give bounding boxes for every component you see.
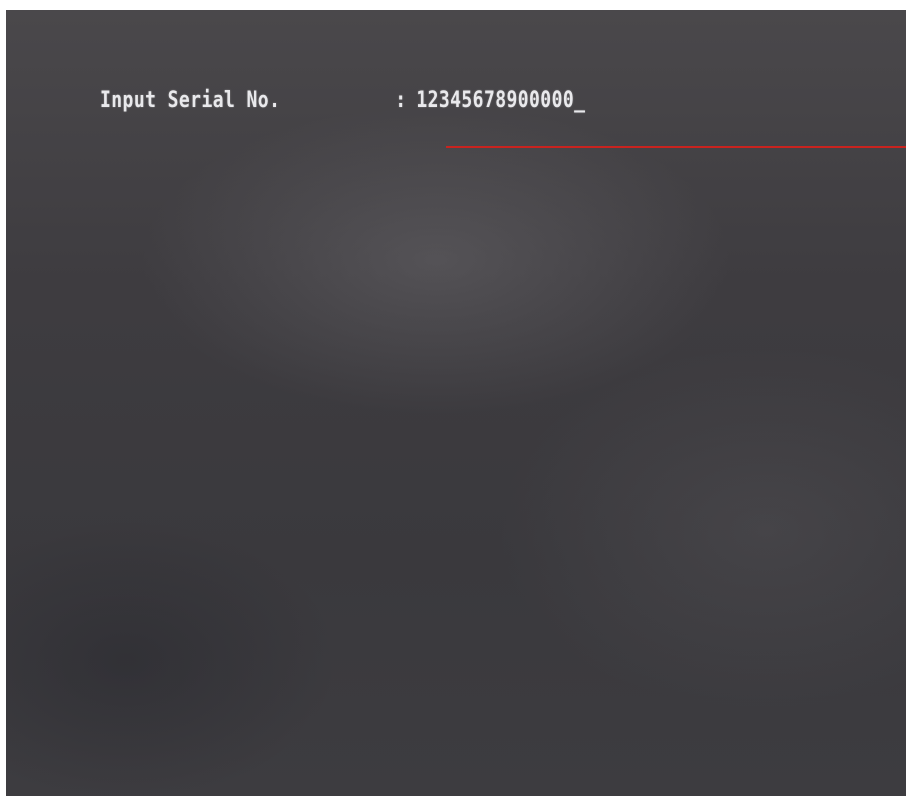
text-cursor: _ <box>574 88 586 113</box>
serial-number-input[interactable]: 12345678900000 <box>416 88 574 113</box>
serial-prompt-label: Input Serial No. <box>100 88 281 113</box>
terminal-screen: Input Serial No.:12345678900000_ <box>6 10 906 796</box>
red-underline <box>446 146 906 148</box>
prompt-separator: : <box>395 88 407 113</box>
serial-prompt-row: Input Serial No.:12345678900000_ <box>100 88 585 113</box>
